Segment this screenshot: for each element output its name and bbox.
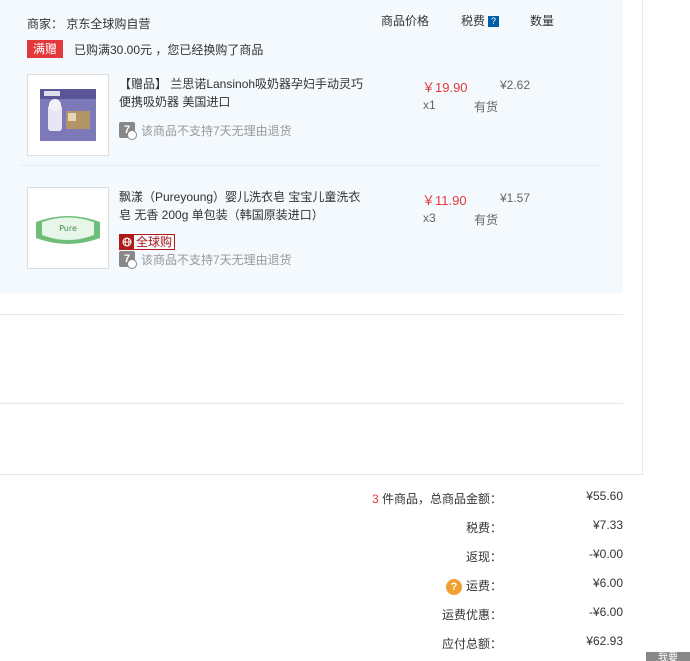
product-thumbnail[interactable] <box>27 74 109 156</box>
section-divider <box>0 314 623 315</box>
item-tax: ¥2.62 <box>500 78 531 92</box>
item-divider <box>20 165 603 166</box>
product-title-link[interactable]: 【赠品】 兰思诺Lansinoh吸奶器孕妇手动灵巧便携吸奶器 美国进口 <box>119 75 367 111</box>
seller-label: 商家： <box>27 17 64 31</box>
item-stock: 有货 <box>474 213 499 227</box>
column-header-qty: 数量 <box>530 14 555 28</box>
item-price: ￥19.90 <box>422 80 468 95</box>
tax-value: ¥7.33 <box>592 518 623 532</box>
subtotal-value: ¥55.60 <box>586 489 623 503</box>
item-stock: 有货 <box>474 100 499 114</box>
seller-row: 商家： 京东全球购自营 <box>27 15 150 32</box>
item-count: 3 <box>371 492 379 506</box>
section-divider <box>0 474 643 475</box>
product-thumbnail[interactable]: Pure <box>27 187 109 269</box>
global-purchase-label: 全球购 <box>136 235 173 249</box>
soap-package-image: Pure <box>36 216 100 244</box>
corner-button[interactable]: 我要 <box>646 652 690 661</box>
total-value: ¥62.93 <box>586 634 623 648</box>
cashback-label: 返现： <box>465 550 502 564</box>
total-label: 应付总额： <box>441 637 502 651</box>
item-qty: x1 <box>423 98 436 112</box>
shipping-value: ¥6.00 <box>592 576 623 590</box>
breast-pump-box-image <box>40 89 96 141</box>
item-qty: x3 <box>423 211 436 225</box>
summary-count-label: 件商品，总商品金额： <box>378 492 502 506</box>
column-header-price: 商品价格 <box>381 14 430 28</box>
tax-label: 税费： <box>465 521 502 535</box>
tax-help-icon[interactable]: ? <box>488 16 500 28</box>
no-return-icon: 7 <box>119 251 137 269</box>
globe-icon <box>120 235 134 249</box>
item-tax: ¥1.57 <box>500 191 531 205</box>
promo-text: 已购满30.00元 ，您已经换购了商品 <box>74 43 264 57</box>
shipping-row: ? 运费： <box>22 577 502 595</box>
shipping-label: 运费： <box>465 579 502 593</box>
summary-count-row: 3 件商品，总商品金额： <box>22 490 502 507</box>
promo-badge: 满赠 <box>27 40 64 58</box>
item-price: ￥11.90 <box>422 193 467 208</box>
column-header-tax-label: 税费 <box>461 14 486 28</box>
return-policy-note: 该商品不支持7天无理由退货 <box>141 253 292 267</box>
shipping-help-icon[interactable]: ? <box>445 578 462 595</box>
no-return-icon: 7 <box>119 122 137 140</box>
product-title-link[interactable]: 飘漾（Pureyoung）婴儿洗衣皂 宝宝儿童洗衣皂 无香 200g 单包装（韩… <box>119 188 367 224</box>
cashback-value: -¥0.00 <box>588 547 623 561</box>
column-header-tax: 税费? <box>461 12 500 29</box>
section-divider <box>0 403 623 404</box>
seller-name[interactable]: 京东全球购自营 <box>66 17 150 31</box>
svg-text:Pure: Pure <box>59 224 77 233</box>
global-purchase-tag[interactable]: 全球购 <box>119 234 176 250</box>
shipping-discount-label: 运费优惠： <box>441 608 502 622</box>
shipping-discount-value: -¥6.00 <box>588 605 623 619</box>
return-policy-note: 该商品不支持7天无理由退货 <box>141 124 292 138</box>
panel-border <box>642 0 643 475</box>
